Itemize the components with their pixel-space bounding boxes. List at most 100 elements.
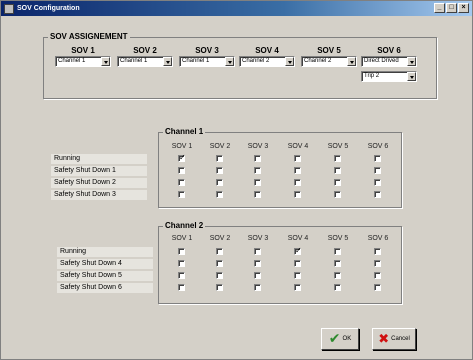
channel2-checkbox-running-sov-6[interactable]: [374, 248, 381, 255]
channel2-checkbox-safety-shut-down-6-sov-6[interactable]: [374, 284, 381, 291]
sov-4-column: SOV 4 Channel 2: [239, 46, 295, 67]
sov-1-label: SOV 1: [71, 46, 95, 55]
checkmark-icon: ✔: [328, 331, 341, 347]
ok-button-label: OK: [342, 336, 352, 342]
sov-6-channel-select[interactable]: Direct Drived: [361, 56, 417, 67]
channel2-checkbox-safety-shut-down-4-sov-4[interactable]: [294, 260, 301, 267]
sov-assignment-title: SOV ASSIGNEMENT: [48, 32, 130, 41]
sov-5-label: SOV 5: [317, 46, 341, 55]
channel1-checkbox-safety-shut-down-3-sov-1[interactable]: [178, 191, 185, 198]
dialog-client-area: SOV ASSIGNEMENT SOV 1 Channel 1 SOV 2 Ch…: [5, 19, 468, 357]
window-controls: _ □ ×: [434, 3, 469, 13]
channel1-checkbox-safety-shut-down-3-sov-3[interactable]: [254, 191, 261, 198]
channel1-checkbox-safety-shut-down-2-sov-6[interactable]: [374, 179, 381, 186]
channel1-checkbox-running-sov-1[interactable]: [178, 153, 186, 162]
channel1-checkbox-safety-shut-down-2-sov-2[interactable]: [216, 179, 223, 186]
channel2-checkbox-running-sov-2[interactable]: [216, 248, 223, 255]
dropdown-arrow-icon[interactable]: [101, 57, 110, 66]
channel1-checkbox-running-sov-2[interactable]: [216, 155, 223, 162]
channel2-checkbox-running-sov-3[interactable]: [254, 248, 261, 255]
channel1-checkbox-running-sov-3[interactable]: [254, 155, 261, 162]
sov-6-selected-value: Direct Drived: [364, 58, 399, 64]
sov-5-column: SOV 5 Channel 2: [301, 46, 357, 67]
channel2-checkbox-safety-shut-down-4-sov-2[interactable]: [216, 260, 223, 267]
sov-4-label: SOV 4: [255, 46, 279, 55]
channel1-checkbox-safety-shut-down-1-sov-6[interactable]: [374, 167, 381, 174]
x-icon: ✖: [378, 331, 390, 347]
channel1-checkbox-running-sov-4[interactable]: [294, 155, 301, 162]
channel1-checkbox-safety-shut-down-3-sov-2[interactable]: [216, 191, 223, 198]
channel2-checkbox-safety-shut-down-5-sov-2[interactable]: [216, 272, 223, 279]
dropdown-arrow-icon[interactable]: [407, 72, 416, 81]
channel2-checkbox-running-sov-5[interactable]: [334, 248, 341, 255]
sov-6-label: SOV 6: [377, 46, 401, 55]
sov-2-column: SOV 2 Channel 1: [117, 46, 173, 67]
channel1-checkbox-safety-shut-down-2-sov-4[interactable]: [294, 179, 301, 186]
channel1-checkbox-safety-shut-down-1-sov-2[interactable]: [216, 167, 223, 174]
channel2-checkbox-safety-shut-down-4-sov-1[interactable]: [178, 260, 185, 267]
channel1-checkbox-safety-shut-down-1-sov-3[interactable]: [254, 167, 261, 174]
sov-4-selected-value: Channel 2: [242, 58, 270, 64]
channel1-checkbox-running-sov-6[interactable]: [374, 155, 381, 162]
channel1-checkbox-running-sov-5[interactable]: [334, 155, 341, 162]
sov-3-column: SOV 3 Channel 1: [179, 46, 235, 67]
channel1-checkbox-safety-shut-down-2-sov-1[interactable]: [178, 179, 185, 186]
channel2-checkbox-running-sov-1[interactable]: [178, 248, 185, 255]
sov-2-channel-select[interactable]: Channel 1: [117, 56, 173, 67]
channel1-checkbox-safety-shut-down-3-sov-5[interactable]: [334, 191, 341, 198]
channel1-checkbox-safety-shut-down-1-sov-1[interactable]: [178, 167, 185, 174]
channel-1-title: Channel 1: [163, 127, 206, 136]
dropdown-arrow-icon[interactable]: [407, 57, 416, 66]
minimize-button[interactable]: _: [434, 3, 445, 13]
dropdown-arrow-icon[interactable]: [285, 57, 294, 66]
channel1-row-label: Safety Shut Down 3: [51, 190, 147, 200]
dropdown-arrow-icon[interactable]: [225, 57, 234, 66]
channel1-col-head-sov-4: SOV 4: [287, 143, 309, 150]
sov-3-selected-value: Channel 1: [182, 58, 210, 64]
channel2-checkbox-safety-shut-down-5-sov-3[interactable]: [254, 272, 261, 279]
channel2-checkbox-safety-shut-down-5-sov-4[interactable]: [294, 272, 301, 279]
channel2-checkbox-running-sov-4[interactable]: [294, 246, 302, 255]
channel1-checkbox-safety-shut-down-2-sov-5[interactable]: [334, 179, 341, 186]
channel2-checkbox-safety-shut-down-4-sov-6[interactable]: [374, 260, 381, 267]
sov-1-selected-value: Channel 1: [58, 58, 86, 64]
close-button[interactable]: ×: [458, 3, 469, 13]
sov-1-channel-select[interactable]: Channel 1: [55, 56, 111, 67]
cancel-button[interactable]: ✖ Cancel: [372, 328, 416, 350]
channel2-checkbox-safety-shut-down-5-sov-6[interactable]: [374, 272, 381, 279]
channel2-checkbox-safety-shut-down-6-sov-3[interactable]: [254, 284, 261, 291]
channel2-col-head-sov-5: SOV 5: [327, 235, 349, 242]
channel1-checkbox-safety-shut-down-3-sov-6[interactable]: [374, 191, 381, 198]
channel2-checkbox-safety-shut-down-4-sov-3[interactable]: [254, 260, 261, 267]
channel1-checkbox-safety-shut-down-3-sov-4[interactable]: [294, 191, 301, 198]
channel2-checkbox-safety-shut-down-6-sov-2[interactable]: [216, 284, 223, 291]
sov-4-channel-select[interactable]: Channel 2: [239, 56, 295, 67]
channel2-checkbox-safety-shut-down-6-sov-1[interactable]: [178, 284, 185, 291]
window-title: SOV Configuration: [17, 5, 80, 12]
channel2-checkbox-safety-shut-down-5-sov-1[interactable]: [178, 272, 185, 279]
channel1-col-head-sov-5: SOV 5: [327, 143, 349, 150]
channel2-col-head-sov-6: SOV 6: [367, 235, 389, 242]
dropdown-arrow-icon[interactable]: [163, 57, 172, 66]
sov-6-trip-select[interactable]: Trip 2: [361, 71, 417, 82]
channel2-checkbox-safety-shut-down-4-sov-5[interactable]: [334, 260, 341, 267]
sov-3-channel-select[interactable]: Channel 1: [179, 56, 235, 67]
channel1-col-head-sov-1: SOV 1: [171, 143, 193, 150]
maximize-button[interactable]: □: [446, 3, 457, 13]
channel2-checkbox-safety-shut-down-5-sov-5[interactable]: [334, 272, 341, 279]
channel2-col-head-sov-4: SOV 4: [287, 235, 309, 242]
sov-5-channel-select[interactable]: Channel 2: [301, 56, 357, 67]
channel2-row-label: Running: [57, 247, 153, 257]
channel1-checkbox-safety-shut-down-2-sov-3[interactable]: [254, 179, 261, 186]
channel1-checkbox-safety-shut-down-1-sov-5[interactable]: [334, 167, 341, 174]
channel2-checkbox-safety-shut-down-6-sov-4[interactable]: [294, 284, 301, 291]
channel-2-title: Channel 2: [163, 221, 206, 230]
ok-button[interactable]: ✔ OK: [321, 328, 359, 350]
title-bar[interactable]: SOV Configuration _ □ ×: [1, 1, 472, 16]
dropdown-arrow-icon[interactable]: [347, 57, 356, 66]
sov-2-label: SOV 2: [133, 46, 157, 55]
channel2-col-head-sov-3: SOV 3: [247, 235, 269, 242]
sov-3-label: SOV 3: [195, 46, 219, 55]
channel1-checkbox-safety-shut-down-1-sov-4[interactable]: [294, 167, 301, 174]
channel2-checkbox-safety-shut-down-6-sov-5[interactable]: [334, 284, 341, 291]
